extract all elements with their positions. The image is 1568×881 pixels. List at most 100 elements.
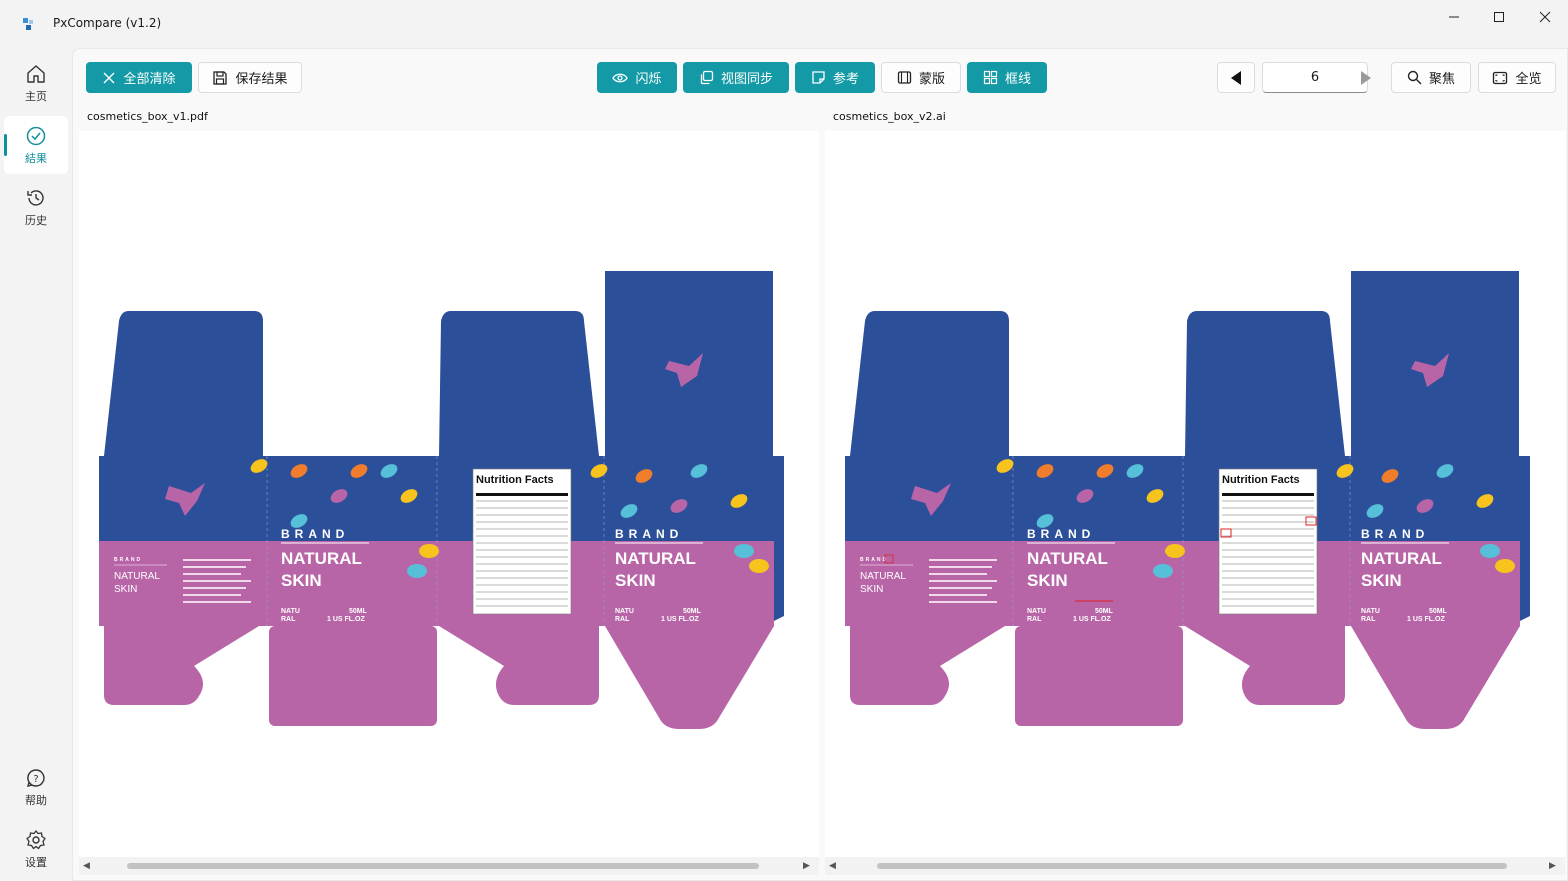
sidebar-item-label: 主页 <box>25 89 47 103</box>
volume-text-right: 50ML <box>1429 608 1448 615</box>
side-name-line1: NATURAL <box>860 571 906 582</box>
brand-label: BRAND <box>1027 527 1095 541</box>
close-icon <box>1539 11 1551 23</box>
previous-page-button[interactable] <box>1217 62 1255 93</box>
right-canvas[interactable]: BRAND NATURAL SKIN NATU RAL 50ML 1 US FL.OZ BRA… <box>825 131 1565 857</box>
product-name-line1-right: NATURAL <box>615 549 696 568</box>
maximize-icon <box>1494 12 1504 22</box>
right-scroll-thumb[interactable] <box>877 863 1507 869</box>
floral-shape <box>1480 544 1500 558</box>
eye-icon <box>612 73 629 82</box>
copy-icon <box>700 70 714 85</box>
top-flap-left <box>104 311 263 456</box>
close-button[interactable] <box>1522 0 1568 34</box>
body-text-line <box>929 559 997 561</box>
product-name-line2: SKIN <box>1027 571 1068 590</box>
right-filename: cosmetics_box_v2.ai <box>819 107 1559 127</box>
triangle-right-icon <box>1361 70 1371 85</box>
small-text-line2-right: RAL <box>1361 616 1376 623</box>
product-name-line2-right: SKIN <box>615 571 656 590</box>
sidebar-item-results[interactable]: 結果 <box>4 116 68 174</box>
scroll-left-icon[interactable]: ◀ <box>83 861 90 871</box>
reference-button[interactable]: 参考 <box>795 62 875 93</box>
body-text-line <box>929 594 987 596</box>
bottom-flap-right <box>1185 626 1345 705</box>
body-text-line <box>183 566 246 568</box>
sidebar-item-settings[interactable]: 设置 <box>4 820 68 878</box>
sidebar-item-home[interactable]: 主页 <box>4 54 68 112</box>
bottom-flap-right <box>439 626 599 705</box>
clear-all-button[interactable]: 全部清除 <box>86 62 192 93</box>
body-text-line <box>929 573 987 575</box>
body-text-line <box>183 601 251 603</box>
volume-text-2: 1 US FL.OZ <box>327 616 365 623</box>
overview-button[interactable]: 全览 <box>1478 62 1556 93</box>
note-icon <box>812 71 825 84</box>
right-dieline-artwork: BRANDNATURALSKINNATURAL50ML1 US FL.OZBRA… <box>845 271 1530 729</box>
scroll-left-icon[interactable]: ◀ <box>829 861 836 871</box>
focus-button[interactable]: 聚焦 <box>1391 62 1471 93</box>
brand-label: BRAND <box>281 527 349 541</box>
volume-text-right: 50ML <box>683 608 702 615</box>
left-canvas[interactable]: BRAND NATURAL SKIN NATU RAL 50ML 1 US FL.OZ BRA… <box>79 131 819 857</box>
scroll-right-icon[interactable]: ▶ <box>803 861 810 871</box>
sidebar-item-label: 帮助 <box>25 793 47 807</box>
gear-icon <box>26 829 46 849</box>
next-page-button[interactable] <box>1347 62 1385 93</box>
left-pane: cosmetics_box_v1.pdf BRAND NATURAL SKIN NAT… <box>73 107 819 877</box>
close-icon <box>103 72 115 83</box>
side-name-line2: SKIN <box>860 584 883 595</box>
side-brand: BRAND <box>114 557 142 563</box>
floral-shape <box>419 544 439 558</box>
small-text-line1-right: NATU <box>1361 608 1380 615</box>
top-flap-middle <box>1185 311 1345 456</box>
app-logo-icon <box>23 18 33 30</box>
sidebar-item-help[interactable]: ? 帮助 <box>4 758 68 816</box>
save-results-button[interactable]: 保存结果 <box>198 62 302 93</box>
bottom-flap-far-right <box>605 626 774 729</box>
left-filename: cosmetics_box_v1.pdf <box>73 107 813 127</box>
nutrition-label <box>472 468 572 615</box>
brand-label-right: BRAND <box>615 527 683 541</box>
body-text-line <box>183 559 251 561</box>
main-area: 全部清除 保存结果 闪烁 视图同步 参考 蒙版 框线 6 聚焦 全览 cosme… <box>72 48 1568 881</box>
body-text-line <box>929 566 992 568</box>
title-bar: PxCompare (v1.2) <box>0 0 1568 48</box>
bottom-flap-left <box>104 626 259 705</box>
window-title: PxCompare (v1.2) <box>53 16 162 30</box>
nutrition-title: Nutrition Facts <box>476 474 554 486</box>
body-text-line <box>183 580 251 582</box>
history-icon <box>27 189 44 206</box>
product-name-line1: NATURAL <box>1027 549 1108 568</box>
glue-tab <box>1520 461 1530 621</box>
right-horizontal-scrollbar[interactable]: ◀ ▶ <box>825 857 1565 875</box>
home-icon <box>27 64 45 83</box>
side-name-line2: SKIN <box>114 584 137 595</box>
grid-icon <box>983 70 998 85</box>
mask-button[interactable]: 蒙版 <box>881 62 961 93</box>
nutrition-rule <box>476 493 568 496</box>
scroll-right-icon[interactable]: ▶ <box>1549 861 1556 871</box>
product-name-line2: SKIN <box>281 571 322 590</box>
maximize-button[interactable] <box>1476 0 1522 34</box>
brand-label-right: BRAND <box>1361 527 1429 541</box>
help-icon: ? <box>27 768 45 787</box>
body-text-line <box>183 573 241 575</box>
left-horizontal-scrollbar[interactable]: ◀ ▶ <box>79 857 819 875</box>
product-name-line2-right: SKIN <box>1361 571 1402 590</box>
left-scroll-thumb[interactable] <box>127 863 759 869</box>
volume-text-2: 1 US FL.OZ <box>1073 616 1111 623</box>
bottom-flap-left <box>850 626 1005 705</box>
small-text-line2: RAL <box>1027 616 1042 623</box>
frame-line-button[interactable]: 框线 <box>967 62 1047 93</box>
flash-button[interactable]: 闪烁 <box>597 62 677 93</box>
sidebar-item-history[interactable]: 历史 <box>4 178 68 236</box>
toolbar: 全部清除 保存结果 闪烁 视图同步 参考 蒙版 框线 6 聚焦 全览 <box>73 49 1568 107</box>
volume-text-2-right: 1 US FL.OZ <box>661 616 699 623</box>
body-text-line <box>183 594 241 596</box>
nutrition-title: Nutrition Facts <box>1222 474 1300 486</box>
floral-shape <box>749 559 769 573</box>
volume-text: 50ML <box>349 608 368 615</box>
sync-view-button[interactable]: 视图同步 <box>683 62 789 93</box>
minimize-button[interactable] <box>1431 0 1477 34</box>
